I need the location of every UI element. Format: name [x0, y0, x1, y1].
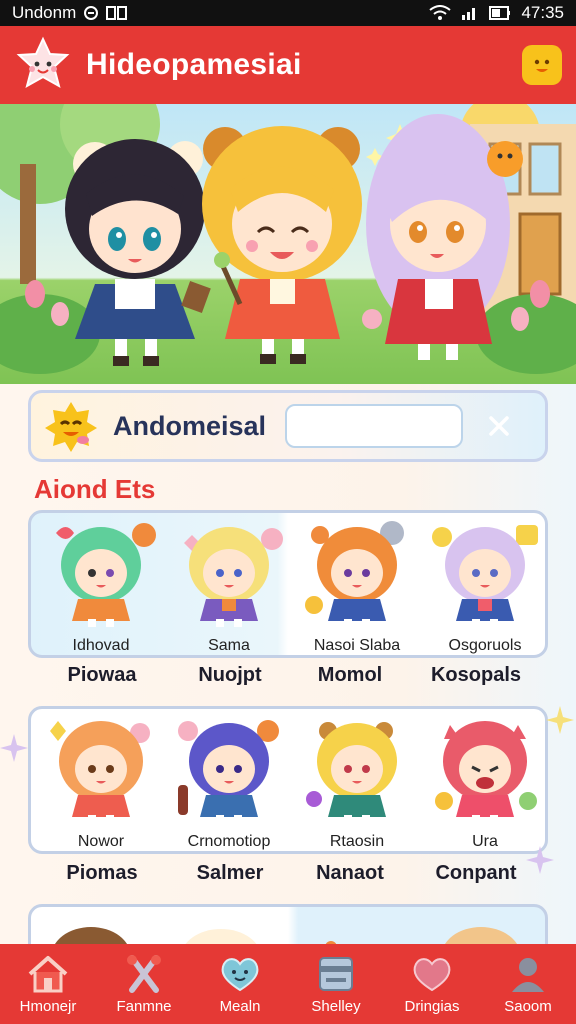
nav-item-mealn[interactable]: Mealn — [192, 944, 288, 1024]
mascot-menu-button[interactable] — [522, 45, 562, 85]
nav-item-dringias[interactable]: Dringias — [384, 944, 480, 1024]
search-input[interactable] — [285, 404, 463, 448]
section-title: Aiond Ets — [34, 474, 156, 504]
character-card[interactable]: Nowor — [36, 709, 166, 851]
character-card[interactable]: Ura — [420, 709, 545, 851]
bottom-navigation: Hmonejr Fanmne Mealn Shelley Dringias Sa… — [0, 944, 576, 1024]
character-card[interactable]: Osgoruols — [420, 513, 545, 655]
character-label: Nuojpt — [198, 664, 262, 686]
heart-icon — [413, 957, 451, 991]
character-portrait — [50, 721, 150, 823]
nav-label: Shelley — [311, 997, 361, 1015]
sync-icon — [84, 6, 99, 20]
character-row-3 — [28, 904, 548, 944]
character-portrait — [178, 720, 279, 823]
status-bar: Undonm 47:35 — [0, 0, 576, 26]
character-label: Momol — [317, 664, 383, 686]
heart-bubble-icon — [221, 957, 259, 991]
wifi-icon — [429, 5, 452, 20]
hero-banner — [0, 104, 576, 384]
nav-label: Dringias — [404, 997, 460, 1015]
character-label: Salmer — [196, 862, 264, 884]
character-name: Osgoruols — [448, 637, 522, 654]
wallet-icon — [319, 956, 353, 991]
character-label: Piomas — [66, 862, 138, 884]
nav-item-profile[interactable]: Saoom — [480, 944, 576, 1024]
app-header: Hideopamesiai — [0, 26, 576, 104]
nav-item-fanmne[interactable]: Fanmne — [96, 944, 192, 1024]
character-row-2: Nowor Crnomotiop Rtaosin Ura — [28, 706, 548, 854]
profile-icon — [512, 957, 544, 992]
nav-label: Mealn — [219, 997, 261, 1015]
character-portrait — [306, 722, 397, 823]
search-bar: Andomeisal — [28, 390, 548, 462]
sparkle-icon — [526, 846, 554, 874]
nav-label: Fanmne — [116, 997, 172, 1015]
character-name: Idhovad — [72, 637, 130, 654]
nav-label: Hmonejr — [19, 997, 77, 1015]
character-portrait — [305, 521, 404, 627]
character-name: Crnomotiop — [187, 833, 271, 850]
battery-icon — [489, 6, 511, 20]
app-logo[interactable] — [14, 36, 72, 94]
character-card[interactable]: Nasoi Slaba — [292, 513, 422, 655]
sparkle-icon — [546, 706, 574, 734]
nav-label: Saoom — [504, 997, 552, 1015]
character-portrait — [432, 525, 538, 627]
character-label: Conpant — [435, 862, 517, 884]
character-card[interactable]: Sama — [164, 513, 294, 655]
character-label: Kosopals — [430, 664, 522, 686]
main-panel: Andomeisal Aiond Ets Idhovad Sama Nasoi … — [0, 384, 576, 944]
character-name: Nasoi Slaba — [313, 637, 401, 654]
character-name: Rtaosin — [329, 833, 385, 850]
home-icon — [28, 955, 68, 992]
sparkle-icon — [0, 734, 28, 762]
nav-item-shelley[interactable]: Shelley — [288, 944, 384, 1024]
character-card[interactable]: Idhovad — [36, 513, 166, 655]
nav-item-home[interactable]: Hmonejr — [0, 944, 96, 1024]
character-portrait — [435, 721, 537, 823]
character-portrait — [56, 523, 156, 627]
character-label: Piowaa — [67, 664, 137, 686]
character-label: Nanaot — [316, 862, 384, 884]
clear-search-button[interactable] — [479, 406, 519, 446]
character-name: Sama — [208, 637, 250, 654]
character-row-1: Idhovad Sama Nasoi Slaba Osgoruols — [28, 510, 548, 658]
smiley-mascot-icon — [45, 402, 97, 452]
hero-illustration — [0, 104, 576, 374]
character-card[interactable]: Crnomotiop — [164, 709, 294, 851]
notification-icon — [106, 6, 128, 20]
signal-icon — [462, 8, 476, 20]
search-label: Andomeisal — [113, 410, 267, 441]
character-card[interactable]: Rtaosin — [292, 709, 422, 851]
app-title: Hideopamesiai — [86, 48, 302, 81]
close-icon — [489, 416, 509, 436]
smiley-face-icon — [534, 59, 550, 72]
character-portrait — [54, 927, 518, 944]
star-mascot-icon — [16, 36, 70, 89]
character-name: Nowor — [77, 833, 125, 850]
tools-icon — [127, 954, 161, 993]
clock-text: 47:35 — [521, 3, 564, 22]
character-portrait — [184, 527, 283, 627]
carrier-text: Undonm — [12, 3, 77, 22]
